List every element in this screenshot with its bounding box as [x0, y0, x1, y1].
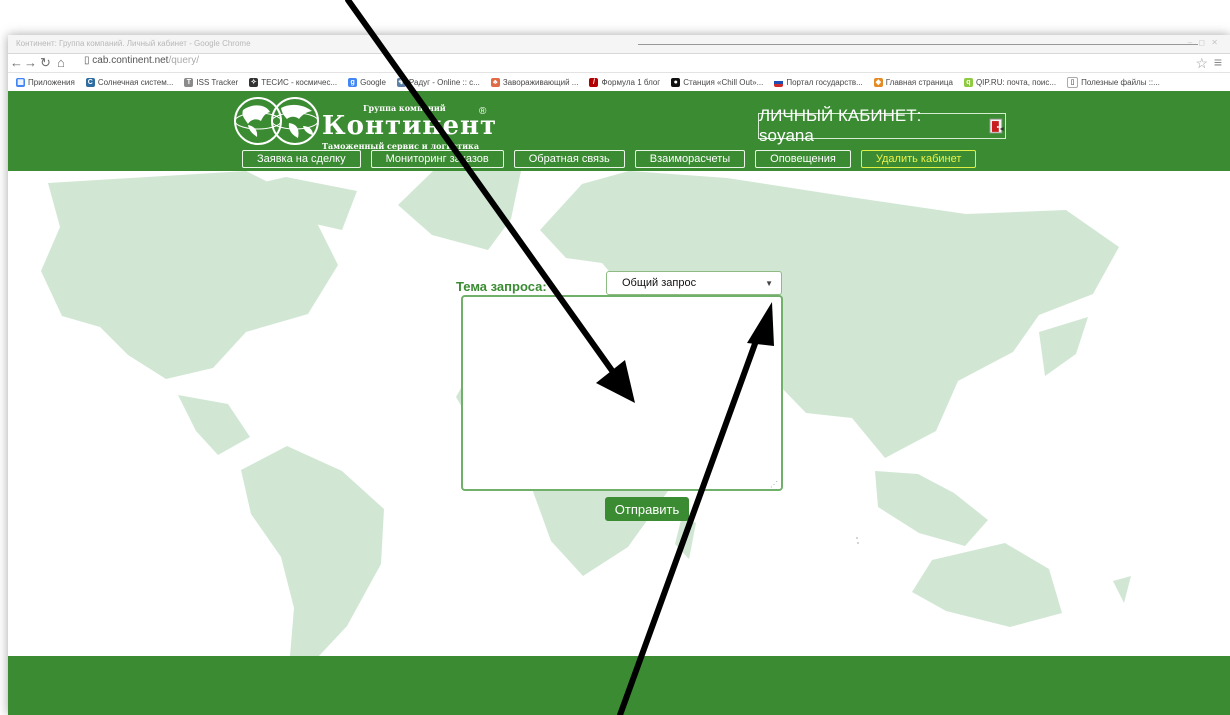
- bookmark-item[interactable]: ● Станция «Chill Out»...: [671, 77, 764, 87]
- radio-icon: ●: [671, 77, 681, 87]
- nav-order-monitoring[interactable]: Мониторинг заказов: [370, 150, 504, 168]
- formula-icon: /: [589, 77, 599, 87]
- apps-icon: ▦: [16, 77, 25, 87]
- personal-cabinet-label: ЛИЧНЫЙ КАБИНЕТ: soyana: [759, 106, 922, 145]
- qip-icon: q: [963, 77, 973, 87]
- bookmark-label: Солнечная систем...: [97, 77, 174, 87]
- tesis-icon: ✧: [249, 77, 259, 87]
- site-header: Группа компаний Континент ® Таможенный с…: [8, 91, 1230, 171]
- bookmark-item[interactable]: q QIP.RU: почта, поис...: [963, 77, 1057, 87]
- nav-notifications[interactable]: Оповещения: [755, 150, 851, 168]
- submit-query-button[interactable]: Отправить: [605, 497, 689, 521]
- tab-title[interactable]: Континент: Группа компаний. Личный кабин…: [16, 39, 251, 48]
- bookmark-item[interactable]: / Формула 1 блог: [589, 77, 661, 87]
- bookmark-item[interactable]: T ISS Tracker: [184, 77, 239, 87]
- google-icon: g: [348, 77, 358, 87]
- bookmark-item[interactable]: ♣ Завораживающий ...: [490, 77, 579, 87]
- bookmark-item[interactable]: ✤ Радуг - Online :: с...: [396, 77, 480, 87]
- menu-icon[interactable]: ≡: [1214, 54, 1222, 70]
- bookmark-item[interactable]: ✧ ТЕСИС - космичес...: [249, 77, 338, 87]
- browser-window: Континент: Группа компаний. Личный кабин…: [8, 35, 1230, 715]
- reload-icon[interactable]: ↻: [40, 55, 51, 71]
- flag-icon: [774, 77, 784, 87]
- continent-site: Группа компаний Континент ® Таможенный с…: [8, 91, 1230, 715]
- bookmark-label: ISS Tracker: [196, 77, 239, 87]
- globe-logo-icon: [234, 97, 319, 145]
- bookmark-label: Радуг - Online :: с...: [408, 77, 480, 87]
- bookmark-label: Формула 1 блог: [601, 77, 661, 87]
- address-bar: ← → ↻ ⌂ ▯ cab.continent.net/query/ ☆ ≡: [8, 54, 1230, 73]
- main-navigation: Заявка на сделку Мониторинг заказов Обра…: [242, 150, 977, 168]
- file-icon: ▯: [1067, 76, 1079, 88]
- iss-icon: T: [184, 77, 194, 87]
- url-field[interactable]: ▯ cab.continent.net/query/: [84, 55, 199, 66]
- bookmark-label: Главная страница: [885, 77, 953, 87]
- query-message-textarea[interactable]: [461, 295, 783, 491]
- nav-delete-cabinet[interactable]: Удалить кабинет: [860, 150, 977, 168]
- radug-icon: ✤: [396, 77, 406, 87]
- personal-cabinet-button[interactable]: ЛИЧНЫЙ КАБИНЕТ: soyana: [758, 106, 1006, 145]
- query-topic-select[interactable]: Общий запрос ▼: [606, 271, 782, 295]
- url-path: /query/: [168, 55, 200, 66]
- nav-feedback[interactable]: Обратная связь: [513, 150, 625, 168]
- selected-topic: Общий запрос: [622, 277, 697, 289]
- bookmark-item[interactable]: C Солнечная систем...: [85, 77, 174, 87]
- bookmark-label: Портал государств...: [786, 77, 863, 87]
- company-logo[interactable]: Группа компаний Континент ® Таможенный с…: [233, 95, 498, 151]
- home-icon[interactable]: ⌂: [57, 55, 65, 70]
- nav-settlements[interactable]: Взаиморасчеты: [634, 150, 746, 168]
- home-page-icon: ◆: [873, 77, 883, 87]
- bookmark-label: Станция «Chill Out»...: [683, 77, 764, 87]
- logout-door-icon: [989, 118, 1005, 134]
- bookmark-item[interactable]: g Google: [348, 77, 386, 87]
- back-icon[interactable]: ←: [10, 55, 23, 70]
- bookmarks-bar: ▦ Приложения C Солнечная систем... T ISS Tr…: [8, 73, 1230, 92]
- tab-divider: [638, 44, 1198, 45]
- nav-deal-request[interactable]: Заявка на сделку: [242, 150, 361, 168]
- annotated-screenshot: Континент: Группа компаний. Личный кабин…: [0, 0, 1230, 715]
- document-icon: ▯: [84, 55, 90, 66]
- bookmark-label: Google: [360, 77, 386, 87]
- chevron-down-icon: ▼: [765, 279, 773, 288]
- tree-icon: ♣: [490, 77, 500, 87]
- registered-mark: ®: [479, 106, 487, 117]
- logo-main-text: Континент: [322, 111, 498, 141]
- bookmark-item[interactable]: Портал государств...: [774, 77, 863, 87]
- site-footer: [8, 656, 1230, 715]
- url-domain: cab.continent.net: [92, 55, 169, 66]
- query-form: Тема запроса: Общий запрос ▼ ⋰ Отправить: [456, 269, 796, 521]
- forward-icon[interactable]: →: [24, 55, 37, 70]
- world-map-background: Тема запроса: Общий запрос ▼ ⋰ Отправить: [8, 171, 1230, 656]
- bookmark-item[interactable]: ◆ Главная страница: [873, 77, 953, 87]
- solar-system-icon: C: [85, 77, 95, 87]
- resize-handle-icon[interactable]: ⋰: [770, 481, 779, 490]
- bookmark-item[interactable]: ▦ Приложения: [16, 77, 75, 87]
- query-topic-label: Тема запроса:: [456, 279, 547, 294]
- bookmark-label: Завораживающий ...: [502, 77, 579, 87]
- tab-bar: Континент: Группа компаний. Личный кабин…: [8, 35, 1230, 54]
- bookmark-label: Полезные файлы ::...: [1081, 77, 1160, 87]
- window-controls[interactable]: – ◻ ✕: [1188, 38, 1220, 47]
- bookmark-star-icon[interactable]: ☆: [1195, 55, 1208, 72]
- bookmark-label: QIP.RU: почта, поис...: [975, 77, 1057, 87]
- bookmark-label: ТЕСИС - космичес...: [261, 77, 338, 87]
- bookmark-item[interactable]: ▯ Полезные файлы ::...: [1067, 76, 1160, 88]
- bookmark-label: Приложения: [28, 77, 75, 87]
